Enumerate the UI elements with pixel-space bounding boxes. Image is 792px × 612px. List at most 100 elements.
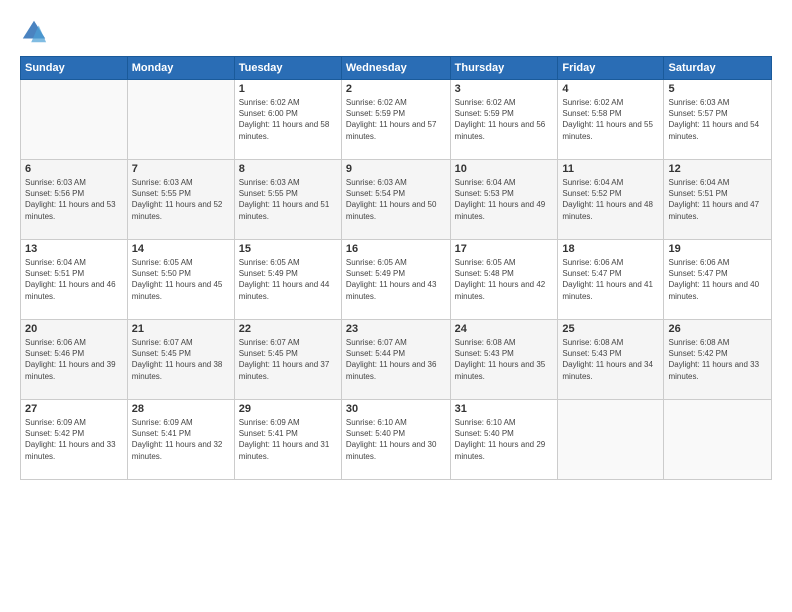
calendar-day-23: 23 Sunrise: 6:07 AM Sunset: 5:44 PM Dayli… [341,320,450,400]
calendar-day-3: 3 Sunrise: 6:02 AM Sunset: 5:59 PM Daylig… [450,80,558,160]
day-number: 19 [668,243,767,255]
calendar-table: SundayMondayTuesdayWednesdayThursdayFrid… [20,56,772,480]
day-number: 18 [562,243,659,255]
calendar-day-10: 10 Sunrise: 6:04 AM Sunset: 5:53 PM Dayli… [450,160,558,240]
day-number: 24 [455,323,554,335]
calendar-day-27: 27Sunrise: 6:09 AM Sunset: 5:42 PM Dayli… [21,400,128,480]
calendar-empty [127,80,234,160]
day-info: Sunrise: 6:03 AM Sunset: 5:57 PM Dayligh… [668,97,767,142]
day-info: Sunrise: 6:08 AM Sunset: 5:43 PM Dayligh… [455,337,554,382]
day-info: Sunrise: 6:03 AM Sunset: 5:55 PM Dayligh… [239,177,337,222]
logo [20,18,52,46]
day-info: Sunrise: 6:04 AM Sunset: 5:51 PM Dayligh… [25,257,123,302]
day-number: 3 [455,83,554,95]
calendar-week-row: 1Sunrise: 6:02 AM Sunset: 6:00 PM Daylig… [21,80,772,160]
day-number: 7 [132,163,230,175]
day-info: Sunrise: 6:02 AM Sunset: 5:58 PM Dayligh… [562,97,659,142]
calendar-day-18: 18 Sunrise: 6:06 AM Sunset: 5:47 PM Dayli… [558,240,664,320]
day-number: 11 [562,163,659,175]
day-info: Sunrise: 6:03 AM Sunset: 5:54 PM Dayligh… [346,177,446,222]
calendar-day-21: 21Sunrise: 6:07 AM Sunset: 5:45 PM Dayli… [127,320,234,400]
calendar-week-row: 27Sunrise: 6:09 AM Sunset: 5:42 PM Dayli… [21,400,772,480]
day-info: Sunrise: 6:04 AM Sunset: 5:51 PM Dayligh… [668,177,767,222]
calendar-day-30: 30Sunrise: 6:10 AM Sunset: 5:40 PM Dayli… [341,400,450,480]
day-number: 21 [132,323,230,335]
logo-icon [20,18,48,46]
col-header-wednesday: Wednesday [341,57,450,80]
day-number: 12 [668,163,767,175]
calendar-day-8: 8Sunrise: 6:03 AM Sunset: 5:55 PM Daylig… [234,160,341,240]
day-number: 16 [346,243,446,255]
day-info: Sunrise: 6:04 AM Sunset: 5:53 PM Dayligh… [455,177,554,222]
col-header-monday: Monday [127,57,234,80]
day-number: 13 [25,243,123,255]
col-header-tuesday: Tuesday [234,57,341,80]
calendar-header-row: SundayMondayTuesdayWednesdayThursdayFrid… [21,57,772,80]
day-number: 20 [25,323,123,335]
day-info: Sunrise: 6:05 AM Sunset: 5:50 PM Dayligh… [132,257,230,302]
day-info: Sunrise: 6:06 AM Sunset: 5:47 PM Dayligh… [562,257,659,302]
day-number: 6 [25,163,123,175]
calendar-empty [21,80,128,160]
day-number: 14 [132,243,230,255]
day-info: Sunrise: 6:08 AM Sunset: 5:43 PM Dayligh… [562,337,659,382]
calendar-day-1: 1Sunrise: 6:02 AM Sunset: 6:00 PM Daylig… [234,80,341,160]
calendar-day-12: 12 Sunrise: 6:04 AM Sunset: 5:51 PM Dayli… [664,160,772,240]
calendar-day-31: 31 Sunrise: 6:10 AM Sunset: 5:40 PM Dayli… [450,400,558,480]
calendar-day-24: 24 Sunrise: 6:08 AM Sunset: 5:43 PM Dayli… [450,320,558,400]
day-number: 9 [346,163,446,175]
day-info: Sunrise: 6:02 AM Sunset: 6:00 PM Dayligh… [239,97,337,142]
calendar-day-5: 5 Sunrise: 6:03 AM Sunset: 5:57 PM Daylig… [664,80,772,160]
day-number: 29 [239,403,337,415]
day-info: Sunrise: 6:02 AM Sunset: 5:59 PM Dayligh… [346,97,446,142]
header [20,18,772,46]
day-info: Sunrise: 6:09 AM Sunset: 5:41 PM Dayligh… [239,417,337,462]
day-number: 22 [239,323,337,335]
calendar-day-14: 14 Sunrise: 6:05 AM Sunset: 5:50 PM Dayli… [127,240,234,320]
col-header-sunday: Sunday [21,57,128,80]
calendar-day-22: 22 Sunrise: 6:07 AM Sunset: 5:45 PM Dayli… [234,320,341,400]
col-header-thursday: Thursday [450,57,558,80]
day-number: 31 [455,403,554,415]
day-number: 28 [132,403,230,415]
calendar-week-row: 6 Sunrise: 6:03 AM Sunset: 5:56 PM Daylig… [21,160,772,240]
day-number: 23 [346,323,446,335]
day-info: Sunrise: 6:07 AM Sunset: 5:45 PM Dayligh… [239,337,337,382]
calendar-day-6: 6 Sunrise: 6:03 AM Sunset: 5:56 PM Daylig… [21,160,128,240]
col-header-saturday: Saturday [664,57,772,80]
calendar-day-11: 11Sunrise: 6:04 AM Sunset: 5:52 PM Dayli… [558,160,664,240]
day-info: Sunrise: 6:10 AM Sunset: 5:40 PM Dayligh… [455,417,554,462]
day-number: 27 [25,403,123,415]
day-number: 17 [455,243,554,255]
day-info: Sunrise: 6:07 AM Sunset: 5:44 PM Dayligh… [346,337,446,382]
calendar-day-2: 2 Sunrise: 6:02 AM Sunset: 5:59 PM Daylig… [341,80,450,160]
day-info: Sunrise: 6:05 AM Sunset: 5:48 PM Dayligh… [455,257,554,302]
day-info: Sunrise: 6:06 AM Sunset: 5:46 PM Dayligh… [25,337,123,382]
day-info: Sunrise: 6:08 AM Sunset: 5:42 PM Dayligh… [668,337,767,382]
day-info: Sunrise: 6:02 AM Sunset: 5:59 PM Dayligh… [455,97,554,142]
calendar-day-29: 29 Sunrise: 6:09 AM Sunset: 5:41 PM Dayli… [234,400,341,480]
page: SundayMondayTuesdayWednesdayThursdayFrid… [0,0,792,612]
calendar-day-28: 28 Sunrise: 6:09 AM Sunset: 5:41 PM Dayli… [127,400,234,480]
day-number: 4 [562,83,659,95]
calendar-day-15: 15Sunrise: 6:05 AM Sunset: 5:49 PM Dayli… [234,240,341,320]
calendar-day-16: 16Sunrise: 6:05 AM Sunset: 5:49 PM Dayli… [341,240,450,320]
day-info: Sunrise: 6:09 AM Sunset: 5:41 PM Dayligh… [132,417,230,462]
calendar-empty [664,400,772,480]
col-header-friday: Friday [558,57,664,80]
day-number: 5 [668,83,767,95]
calendar-week-row: 20 Sunrise: 6:06 AM Sunset: 5:46 PM Dayli… [21,320,772,400]
day-number: 10 [455,163,554,175]
day-number: 25 [562,323,659,335]
calendar-day-25: 25 Sunrise: 6:08 AM Sunset: 5:43 PM Dayli… [558,320,664,400]
calendar-day-13: 13 Sunrise: 6:04 AM Sunset: 5:51 PM Dayli… [21,240,128,320]
calendar-day-7: 7Sunrise: 6:03 AM Sunset: 5:55 PM Daylig… [127,160,234,240]
day-info: Sunrise: 6:03 AM Sunset: 5:56 PM Dayligh… [25,177,123,222]
calendar-day-19: 19Sunrise: 6:06 AM Sunset: 5:47 PM Dayli… [664,240,772,320]
day-number: 26 [668,323,767,335]
calendar-day-4: 4 Sunrise: 6:02 AM Sunset: 5:58 PM Daylig… [558,80,664,160]
day-number: 30 [346,403,446,415]
calendar-day-9: 9 Sunrise: 6:03 AM Sunset: 5:54 PM Daylig… [341,160,450,240]
calendar-day-20: 20 Sunrise: 6:06 AM Sunset: 5:46 PM Dayli… [21,320,128,400]
day-number: 2 [346,83,446,95]
